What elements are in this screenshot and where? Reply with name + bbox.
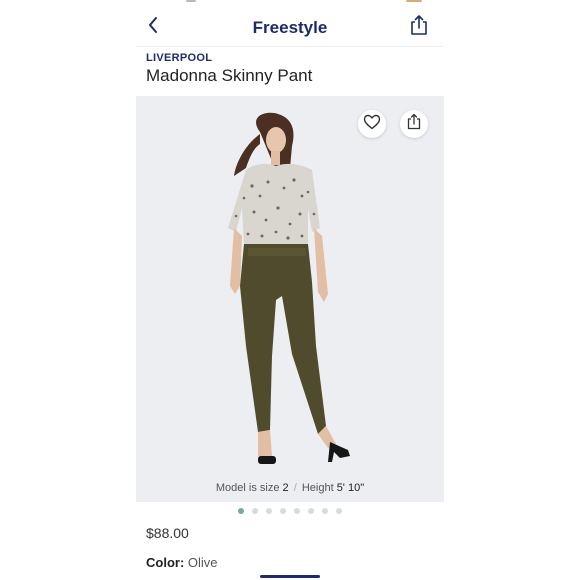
caption-height-label: Height [301,482,334,494]
carousel-dot[interactable] [280,508,286,514]
caption-height: 5' 10" [336,482,365,494]
home-indicator [260,575,320,578]
carousel-dot[interactable] [294,508,300,514]
status-bar-peek [136,0,444,3]
status-indicator [186,0,196,2]
share-button[interactable] [408,14,430,41]
brand-name[interactable]: LIVERPOOL [146,52,212,64]
carousel-dot[interactable] [336,508,342,514]
image-share-button[interactable] [400,110,428,138]
left-background [0,0,136,580]
share-icon [409,14,429,41]
caption-size: 2 [282,482,289,494]
favorite-button[interactable] [358,110,386,138]
model-photo [228,112,350,464]
carousel-dot[interactable] [266,508,272,514]
carousel-dot[interactable] [308,508,314,514]
model-size-caption: Model is size 2 / Height 5' 10" [136,482,444,494]
heart-icon [363,114,381,135]
status-indicator [406,0,422,2]
carousel-dot[interactable] [322,508,328,514]
product-price: $88.00 [146,525,189,541]
share-icon [407,113,421,135]
caption-separator: / [293,482,297,494]
color-selection: Color: Olive [146,555,218,570]
color-value: Olive [187,555,218,570]
product-title: Madonna Skinny Pant [146,66,313,85]
carousel-dot[interactable] [252,508,258,514]
app-screen: Freestyle LIVERPOOL Madonna Skinny Pant [136,0,444,580]
right-background [444,0,580,580]
caption-prefix: Model is size [215,482,280,494]
carousel-indicator [136,508,444,516]
product-image[interactable]: Model is size 2 / Height 5' 10" [136,96,444,502]
navigation-bar: Freestyle [136,8,444,47]
page-title: Freestyle [252,18,328,37]
carousel-dot[interactable] [238,508,244,514]
color-label: Color: [146,555,185,570]
